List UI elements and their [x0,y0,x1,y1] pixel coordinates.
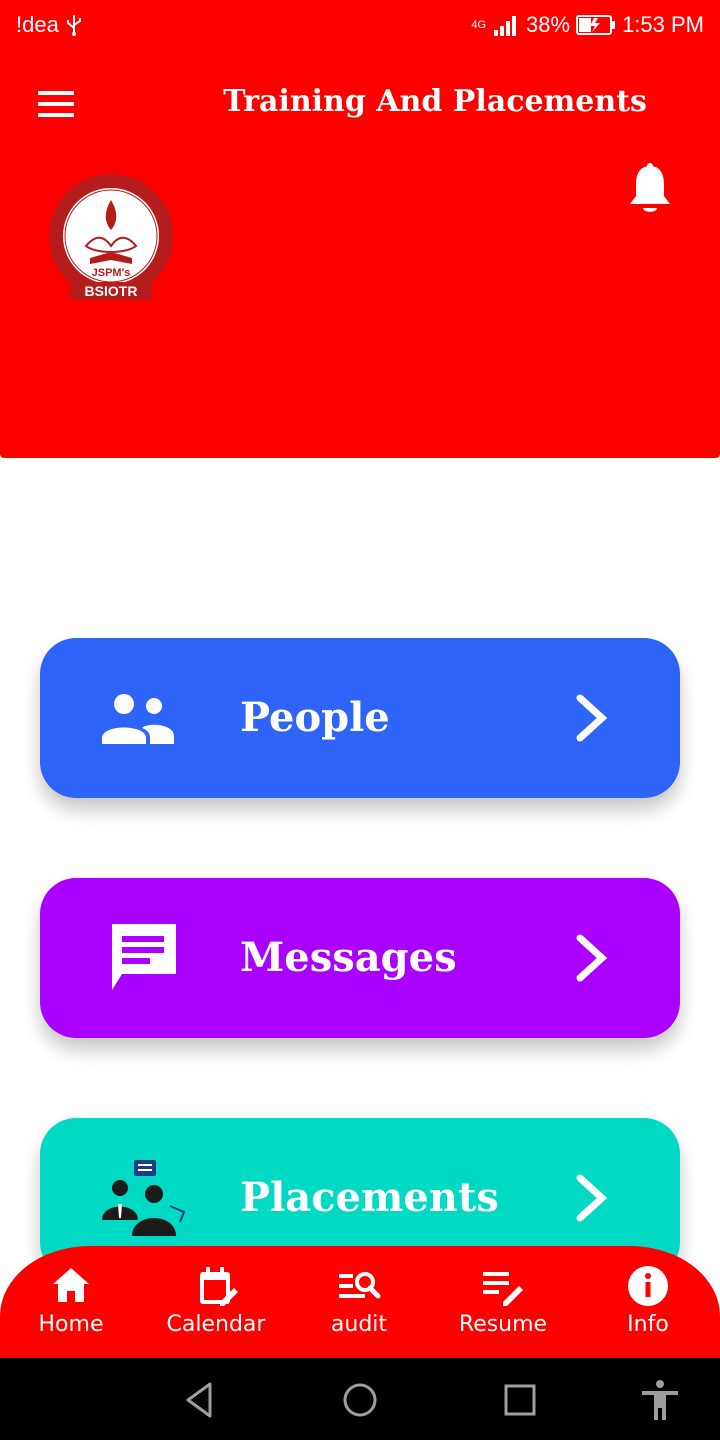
battery-percent: 38% [526,12,571,37]
message-icon [112,924,176,990]
usb-icon [66,15,81,36]
app-title: Training And Placements [223,84,647,119]
app-bar: Training And Placements [0,50,720,160]
chevron-right-icon [576,694,608,742]
clock: 1:53 PM [622,12,704,37]
chevron-right-icon [576,934,608,982]
network-type: 4G [471,19,487,31]
nav-item-home[interactable]: Home [11,1264,131,1354]
nav-label-info: Info [627,1312,669,1337]
status-bar: !dea 4G 38% 1:53 PM [0,0,720,50]
carrier-name: !dea [16,12,59,37]
placements-icon [102,1160,186,1236]
back-icon[interactable] [178,1378,222,1422]
logo-badge: BSIOTR [85,283,138,299]
nav-item-resume[interactable]: Resume [443,1264,563,1354]
nav-label-audit: audit [330,1312,388,1337]
people-card-label: People [240,694,390,741]
system-nav-bar [0,1358,720,1440]
people-icon [102,694,174,744]
home-circle-icon[interactable] [338,1378,382,1422]
nav-label-resume: Resume [458,1312,548,1337]
nav-item-calendar[interactable]: Calendar [156,1264,276,1354]
messages-card-label: Messages [240,934,457,981]
hamburger-menu-icon[interactable] [36,88,76,120]
college-logo: JSPM's BSIOTR [49,174,173,300]
nav-label-calendar: Calendar [166,1312,266,1337]
nav-item-info[interactable]: Info [588,1264,708,1354]
home-icon [53,1268,89,1302]
logo-sub-text: JSPM's [92,267,131,279]
people-card[interactable]: People [40,638,680,798]
signal-icon [494,16,517,36]
info-icon [628,1266,668,1306]
edit-note-icon [483,1272,523,1306]
header-panel: JSPM's BSIOTR [0,160,720,458]
accessibility-icon[interactable] [638,1378,682,1422]
bottom-nav: Home Calendar audit Resume Info [0,1246,720,1358]
battery-charging-icon [576,15,616,35]
bell-icon[interactable] [628,162,672,216]
nav-label-home: Home [38,1312,104,1337]
search-list-icon [339,1272,381,1299]
placements-card-label: Placements [240,1174,499,1221]
recents-icon[interactable] [498,1378,542,1422]
messages-card[interactable]: Messages [40,878,680,1038]
calendar-edit-icon [200,1267,238,1306]
chevron-right-icon [576,1174,608,1222]
nav-item-audit[interactable]: audit [299,1264,419,1354]
